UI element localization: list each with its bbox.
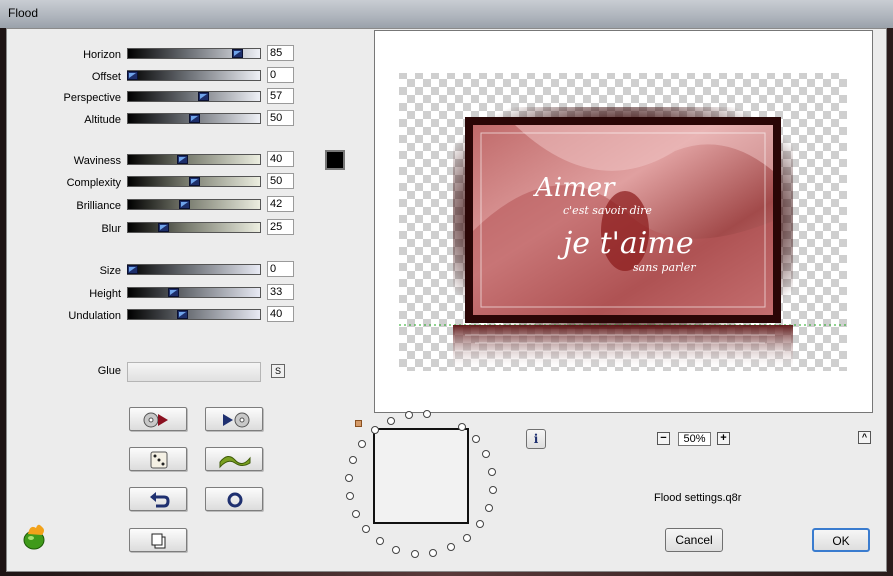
slider-value-complexity[interactable]: 50 xyxy=(267,173,294,189)
ring-dot xyxy=(488,486,497,495)
slider-label-waviness: Waviness xyxy=(73,155,121,167)
slider-thumb[interactable] xyxy=(197,92,209,101)
slider-thumb[interactable] xyxy=(179,200,191,209)
wave-preset-button[interactable] xyxy=(205,447,263,471)
slider-value-horizon[interactable]: 85 xyxy=(267,45,294,61)
slider-label-undulation: Undulation xyxy=(68,310,121,322)
zoom-level: 50% xyxy=(678,432,711,446)
slider-label-horizon: Horizon xyxy=(83,49,121,61)
ring-dot xyxy=(410,549,419,558)
info-button[interactable]: i xyxy=(526,429,546,449)
slider-track-size[interactable] xyxy=(127,264,261,275)
ok-button[interactable]: OK xyxy=(812,528,870,552)
slider-track-offset[interactable] xyxy=(127,70,261,81)
reset-button[interactable] xyxy=(205,487,263,511)
slider-value-waviness[interactable]: 40 xyxy=(267,151,294,167)
play-cd-icon xyxy=(223,412,250,428)
wave-icon xyxy=(219,456,251,469)
glue-label: Glue xyxy=(97,365,121,377)
ring-dot xyxy=(463,533,472,542)
slider-thumb[interactable] xyxy=(232,49,244,58)
slider-label-size: Size xyxy=(99,265,121,277)
dice-icon xyxy=(150,451,168,469)
slider-value-size[interactable]: 0 xyxy=(267,261,294,277)
slider-value-undulation[interactable]: 40 xyxy=(267,306,294,322)
slider-thumb[interactable] xyxy=(167,288,179,297)
slider-thumb[interactable] xyxy=(176,310,188,319)
ring-dot xyxy=(404,411,413,420)
slider-value-perspective[interactable]: 57 xyxy=(267,88,294,104)
slider-label-blur: Blur xyxy=(101,223,121,235)
ring-dot xyxy=(487,467,496,476)
randomize-button[interactable] xyxy=(129,447,187,471)
ring-dot xyxy=(351,509,360,518)
collapse-icon[interactable]: ^ xyxy=(858,431,871,444)
ring-icon xyxy=(227,492,243,508)
slider-thumb[interactable] xyxy=(189,114,200,123)
mini-navigator[interactable] xyxy=(373,428,469,524)
zoom-in-button[interactable]: + xyxy=(717,432,730,445)
wave-origin-handle[interactable] xyxy=(355,420,362,427)
slider-value-brilliance[interactable]: 42 xyxy=(267,196,294,212)
slider-label-perspective: Perspective xyxy=(63,92,121,104)
slider-label-altitude: Altitude xyxy=(84,114,121,126)
cd-play-icon xyxy=(143,412,168,428)
slider-value-blur[interactable]: 25 xyxy=(267,219,294,235)
ring-dot xyxy=(358,439,367,448)
slider-track-undulation[interactable] xyxy=(127,309,261,320)
slider-thumb[interactable] xyxy=(158,223,169,232)
play-to-end-button[interactable] xyxy=(205,407,263,431)
slider-value-offset[interactable]: 0 xyxy=(267,67,294,83)
slider-track-waviness[interactable] xyxy=(127,154,261,165)
slider-label-brilliance: Brilliance xyxy=(76,200,121,212)
preview-text-aimer: Aimer xyxy=(533,173,616,203)
slider-thumb[interactable] xyxy=(189,177,200,186)
cancel-button[interactable]: Cancel xyxy=(665,528,723,552)
ring-dot xyxy=(361,524,370,533)
ring-dot xyxy=(484,504,493,512)
slider-track-horizon[interactable] xyxy=(127,48,261,59)
glue-field[interactable] xyxy=(127,362,261,382)
slider-value-height[interactable]: 33 xyxy=(267,284,294,300)
zoom-out-button[interactable]: − xyxy=(657,432,670,445)
copy-icon xyxy=(151,533,166,549)
window-title: Flood xyxy=(8,6,39,20)
preview-text-line4: sans parler xyxy=(633,261,696,274)
slider-track-perspective[interactable] xyxy=(127,91,261,102)
preview-panel: Aimer c'est savoir dire je t'aime sans p… xyxy=(374,30,873,413)
slider-label-offset: Offset xyxy=(91,71,121,83)
info-icon: i xyxy=(533,432,539,446)
slider-value-altitude[interactable]: 50 xyxy=(267,110,294,126)
slider-track-brilliance[interactable] xyxy=(127,199,261,210)
copy-button[interactable] xyxy=(129,528,187,552)
slider-track-altitude[interactable] xyxy=(127,113,261,124)
slider-thumb[interactable] xyxy=(127,265,138,274)
settings-filename: Flood settings.q8r xyxy=(654,492,742,504)
preview-canvas[interactable]: Aimer c'est savoir dire je t'aime sans p… xyxy=(375,31,872,412)
undo-button[interactable] xyxy=(129,487,187,511)
flaming-pear-logo-icon xyxy=(23,524,45,550)
ring-dot xyxy=(375,537,384,546)
glue-toggle-icon[interactable]: S xyxy=(271,364,285,378)
preview-text-line3: je t'aime xyxy=(557,226,694,261)
slider-label-height: Height xyxy=(89,288,121,300)
slider-thumb[interactable] xyxy=(176,155,188,164)
title-bar: Flood xyxy=(0,0,893,28)
slider-track-blur[interactable] xyxy=(127,222,261,233)
slider-track-height[interactable] xyxy=(127,287,261,298)
undo-icon xyxy=(150,492,170,508)
slider-label-complexity: Complexity xyxy=(66,177,121,189)
flood-color-swatch[interactable] xyxy=(325,150,345,170)
slider-thumb[interactable] xyxy=(127,71,138,80)
play-from-start-button[interactable] xyxy=(129,407,187,431)
ring-dot xyxy=(386,416,395,425)
preview-text-line2: c'est savoir dire xyxy=(563,204,652,217)
slider-track-complexity[interactable] xyxy=(127,176,261,187)
